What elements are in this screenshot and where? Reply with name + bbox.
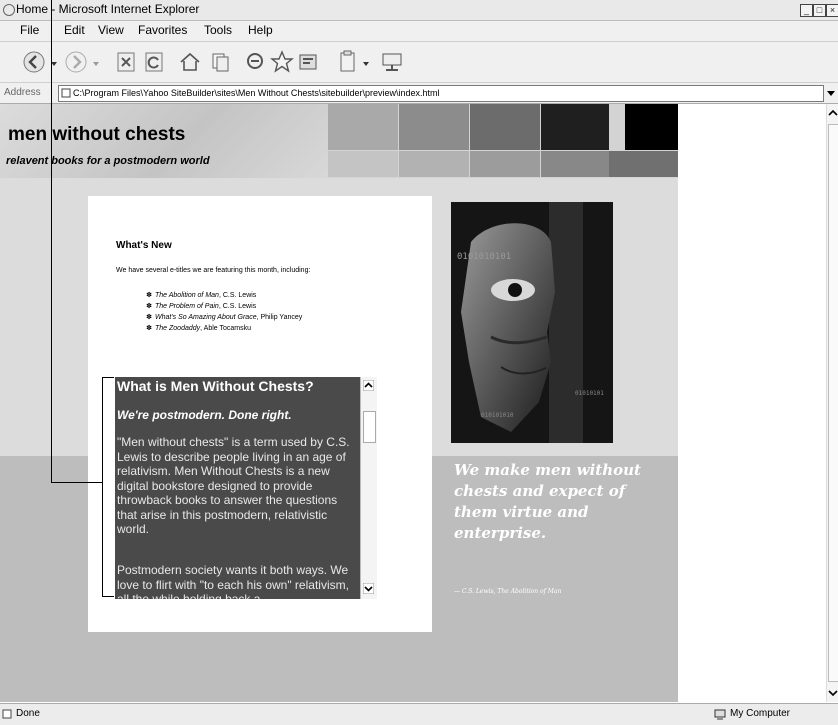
- browser-scrollbar[interactable]: [826, 104, 838, 702]
- about-title: What is Men Without Chests?: [117, 378, 314, 394]
- site-header: men without chests relavent books for a …: [0, 104, 678, 178]
- page-viewport: men without chests relavent books for a …: [0, 104, 826, 702]
- header-swatch: [609, 151, 678, 177]
- menu-tools[interactable]: Tools: [204, 23, 232, 37]
- pages-icon[interactable]: [208, 50, 232, 74]
- whats-new-intro: We have several e-titles we are featurin…: [116, 267, 311, 274]
- network-icon[interactable]: [380, 50, 404, 74]
- header-swatch: [328, 151, 398, 177]
- address-label: Address: [4, 87, 41, 98]
- book-author: , C.S. Lewis: [218, 292, 257, 299]
- address-url: C:\Program Files\Yahoo SiteBuilder\sites…: [73, 88, 440, 98]
- ie-icon: [3, 4, 15, 16]
- quote-text: We make men without chests and expect of…: [454, 461, 641, 542]
- callout-bracket: [102, 377, 103, 597]
- quote-attribution: — C.S. Lewis, The Abolition of Man: [454, 588, 562, 595]
- book-item: ✽ The Abolition of Man, C.S. Lewis: [146, 292, 257, 299]
- header-swatch: [470, 104, 540, 150]
- minimize-button[interactable]: _: [800, 4, 813, 17]
- book-item: ✽ What's So Amazing About Grace, Philip Y…: [146, 314, 303, 321]
- book-item: ✽ The Zoodaddy, Able Tocamsku: [146, 325, 251, 332]
- title-bar: Home - Microsoft Internet Explorer _ □ ×: [0, 0, 838, 21]
- site-title: men without chests: [8, 124, 186, 145]
- whats-new-heading: What's New: [116, 240, 172, 251]
- header-swatch: [470, 151, 540, 177]
- callout-bracket: [102, 596, 114, 597]
- header-swatch: [541, 151, 611, 177]
- search-icon[interactable]: [244, 50, 268, 74]
- about-tagline: We're postmodern. Done right.: [117, 408, 292, 422]
- toolbar: [0, 42, 838, 83]
- home-icon[interactable]: [178, 50, 202, 74]
- address-bar: Address C:\Program Files\Yahoo SiteBuild…: [0, 83, 838, 104]
- scroll-up-icon[interactable]: [828, 108, 838, 118]
- book-author: , Able Tocamsku: [200, 325, 251, 332]
- scroll-down-icon[interactable]: [363, 583, 374, 594]
- face-illustration: [451, 202, 613, 443]
- refresh-icon[interactable]: [142, 50, 166, 74]
- scroll-thumb[interactable]: [828, 124, 838, 682]
- menu-file[interactable]: File: [20, 23, 39, 37]
- page-status-icon: [2, 709, 12, 719]
- header-swatch: [399, 151, 469, 177]
- close-button[interactable]: ×: [826, 4, 838, 17]
- menu-bar: File Edit View Favorites Tools Help: [0, 21, 838, 42]
- scroll-thumb[interactable]: [363, 411, 376, 443]
- menu-view[interactable]: View: [98, 23, 124, 37]
- scroll-down-icon[interactable]: [828, 688, 838, 698]
- address-dropdown-icon[interactable]: [826, 88, 836, 98]
- about-paragraph: Postmodern society wants it both ways. W…: [117, 563, 349, 599]
- mail-icon[interactable]: [336, 50, 360, 74]
- book-author: , C.S. Lewis: [218, 303, 257, 310]
- forward-dropdown-icon[interactable]: [92, 60, 100, 68]
- callout-bracket: [102, 377, 114, 378]
- menu-edit[interactable]: Edit: [64, 23, 85, 37]
- header-swatch: [399, 104, 469, 150]
- header-swatch: [328, 104, 398, 150]
- book-title[interactable]: What's So Amazing About Grace: [155, 314, 257, 321]
- menu-help[interactable]: Help: [248, 23, 273, 37]
- window-title: Home - Microsoft Internet Explorer: [16, 2, 200, 16]
- status-bar: Done My Computer: [0, 703, 838, 725]
- header-swatch: [541, 104, 609, 150]
- zone-text: My Computer: [730, 708, 791, 719]
- about-paragraph: "Men without chests" is a term used by C…: [117, 435, 350, 536]
- favorites-icon[interactable]: [270, 50, 294, 74]
- maximize-button[interactable]: □: [813, 4, 826, 17]
- media-icon[interactable]: [296, 50, 320, 74]
- scroll-up-icon[interactable]: [363, 380, 374, 391]
- book-item: ✽ The Problem of Pain, C.S. Lewis: [146, 303, 257, 310]
- status-text: Done: [16, 708, 40, 719]
- about-scrollbar[interactable]: [360, 377, 377, 599]
- code-text: 0101010101: [457, 252, 512, 262]
- callout-line: [51, 0, 52, 483]
- header-swatch: [625, 104, 678, 150]
- stop-icon[interactable]: [114, 50, 138, 74]
- site-subtitle: relavent books for a postmodern world: [6, 155, 210, 167]
- page-icon: [61, 88, 71, 98]
- face-image: 0101010101 01010101 010101010: [451, 202, 613, 443]
- computer-icon: [714, 709, 726, 720]
- about-scroll-box[interactable]: What is Men Without Chests? We're postmo…: [115, 377, 360, 599]
- back-icon[interactable]: [22, 50, 46, 74]
- code-text: 01010101: [575, 390, 604, 397]
- forward-icon[interactable]: [64, 50, 88, 74]
- mail-dropdown-icon[interactable]: [362, 60, 370, 68]
- book-title[interactable]: The Problem of Pain: [155, 303, 219, 310]
- book-author: , Philip Yancey: [256, 314, 303, 321]
- code-text: 010101010: [481, 412, 514, 419]
- book-title[interactable]: The Abolition of Man: [155, 292, 219, 299]
- callout-line: [51, 482, 103, 483]
- address-field[interactable]: C:\Program Files\Yahoo SiteBuilder\sites…: [58, 85, 824, 102]
- menu-favorites[interactable]: Favorites: [138, 23, 187, 37]
- book-title[interactable]: The Zoodaddy: [155, 325, 200, 332]
